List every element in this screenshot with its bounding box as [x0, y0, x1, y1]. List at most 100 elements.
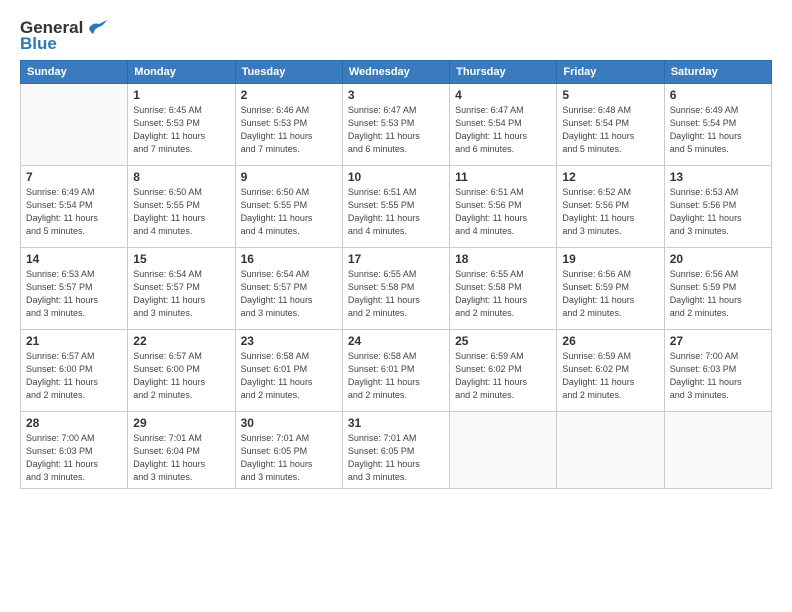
calendar-day-cell: 14 Sunrise: 6:53 AM Sunset: 5:57 PM Dayli… [21, 248, 128, 330]
calendar-day-cell: 10 Sunrise: 6:51 AM Sunset: 5:55 PM Dayli… [342, 166, 449, 248]
day-number: 16 [241, 252, 337, 266]
day-info: Sunrise: 6:52 AM Sunset: 5:56 PM Dayligh… [562, 186, 658, 238]
calendar-day-cell: 21Sunrise: 6:57 AM Sunset: 6:00 PM Dayli… [21, 330, 128, 412]
day-number: 28 [26, 416, 122, 430]
day-number: 22 [133, 334, 229, 348]
calendar-day-cell: 1Sunrise: 6:45 AM Sunset: 5:53 PM Daylig… [128, 84, 235, 166]
day-info: Sunrise: 6:55 AM Sunset: 5:58 PM Dayligh… [455, 268, 551, 320]
day-number: 5 [562, 88, 658, 102]
day-number: 12 [562, 170, 658, 184]
day-number: 11 [455, 170, 551, 184]
calendar-day-cell: 3 Sunrise: 6:47 AM Sunset: 5:53 PM Daylig… [342, 84, 449, 166]
day-number: 6 [670, 88, 766, 102]
day-number: 1 [133, 88, 229, 102]
day-info: Sunrise: 6:59 AM Sunset: 6:02 PM Dayligh… [562, 350, 658, 402]
day-number: 13 [670, 170, 766, 184]
calendar-day-cell: 20 Sunrise: 6:56 AM Sunset: 5:59 PM Dayli… [664, 248, 771, 330]
day-info: Sunrise: 6:57 AM Sunset: 6:00 PM Dayligh… [26, 350, 122, 402]
day-info: Sunrise: 7:00 AM Sunset: 6:03 PM Dayligh… [670, 350, 766, 402]
day-info: Sunrise: 6:47 AM Sunset: 5:54 PM Dayligh… [455, 104, 551, 156]
calendar-day-cell: 11 Sunrise: 6:51 AM Sunset: 5:56 PM Dayli… [450, 166, 557, 248]
day-number: 4 [455, 88, 551, 102]
day-info: Sunrise: 6:51 AM Sunset: 5:55 PM Dayligh… [348, 186, 444, 238]
day-info: Sunrise: 6:58 AM Sunset: 6:01 PM Dayligh… [241, 350, 337, 402]
day-number: 25 [455, 334, 551, 348]
day-number: 20 [670, 252, 766, 266]
calendar-day-cell: 19 Sunrise: 6:56 AM Sunset: 5:59 PM Dayli… [557, 248, 664, 330]
day-info: Sunrise: 6:59 AM Sunset: 6:02 PM Dayligh… [455, 350, 551, 402]
weekday-header-cell: Saturday [664, 61, 771, 84]
day-info: Sunrise: 6:50 AM Sunset: 5:55 PM Dayligh… [133, 186, 229, 238]
calendar-day-cell: 4 Sunrise: 6:47 AM Sunset: 5:54 PM Daylig… [450, 84, 557, 166]
calendar-day-cell: 28 Sunrise: 7:00 AM Sunset: 6:03 PM Dayli… [21, 412, 128, 489]
day-number: 9 [241, 170, 337, 184]
calendar-week-row: 1Sunrise: 6:45 AM Sunset: 5:53 PM Daylig… [21, 84, 772, 166]
calendar-day-cell: 6 Sunrise: 6:49 AM Sunset: 5:54 PM Daylig… [664, 84, 771, 166]
calendar-day-cell: 7 Sunrise: 6:49 AM Sunset: 5:54 PM Daylig… [21, 166, 128, 248]
day-info: Sunrise: 6:56 AM Sunset: 5:59 PM Dayligh… [670, 268, 766, 320]
day-info: Sunrise: 6:56 AM Sunset: 5:59 PM Dayligh… [562, 268, 658, 320]
day-number: 15 [133, 252, 229, 266]
day-info: Sunrise: 6:50 AM Sunset: 5:55 PM Dayligh… [241, 186, 337, 238]
day-number: 3 [348, 88, 444, 102]
day-info: Sunrise: 6:47 AM Sunset: 5:53 PM Dayligh… [348, 104, 444, 156]
day-info: Sunrise: 6:51 AM Sunset: 5:56 PM Dayligh… [455, 186, 551, 238]
calendar-day-cell: 2 Sunrise: 6:46 AM Sunset: 5:53 PM Daylig… [235, 84, 342, 166]
calendar-day-cell: 15Sunrise: 6:54 AM Sunset: 5:57 PM Dayli… [128, 248, 235, 330]
day-number: 24 [348, 334, 444, 348]
calendar-day-cell: 22 Sunrise: 6:57 AM Sunset: 6:00 PM Dayli… [128, 330, 235, 412]
calendar-day-cell: 29Sunrise: 7:01 AM Sunset: 6:04 PM Dayli… [128, 412, 235, 489]
day-info: Sunrise: 6:57 AM Sunset: 6:00 PM Dayligh… [133, 350, 229, 402]
day-number: 2 [241, 88, 337, 102]
day-info: Sunrise: 6:49 AM Sunset: 5:54 PM Dayligh… [670, 104, 766, 156]
day-info: Sunrise: 6:53 AM Sunset: 5:57 PM Dayligh… [26, 268, 122, 320]
day-number: 14 [26, 252, 122, 266]
calendar-day-cell: 16 Sunrise: 6:54 AM Sunset: 5:57 PM Dayli… [235, 248, 342, 330]
logo: General Blue [20, 18, 107, 54]
day-number: 23 [241, 334, 337, 348]
day-number: 31 [348, 416, 444, 430]
calendar-day-cell: 31 Sunrise: 7:01 AM Sunset: 6:05 PM Dayli… [342, 412, 449, 489]
calendar-week-row: 14 Sunrise: 6:53 AM Sunset: 5:57 PM Dayli… [21, 248, 772, 330]
page-header: General Blue [20, 18, 772, 54]
calendar-day-cell: 18 Sunrise: 6:55 AM Sunset: 5:58 PM Dayli… [450, 248, 557, 330]
day-info: Sunrise: 6:48 AM Sunset: 5:54 PM Dayligh… [562, 104, 658, 156]
logo-blue: Blue [20, 34, 57, 54]
weekday-header-cell: Tuesday [235, 61, 342, 84]
day-number: 27 [670, 334, 766, 348]
day-number: 30 [241, 416, 337, 430]
weekday-header-cell: Sunday [21, 61, 128, 84]
calendar-day-cell: 13 Sunrise: 6:53 AM Sunset: 5:56 PM Dayli… [664, 166, 771, 248]
weekday-header-row: SundayMondayTuesdayWednesdayThursdayFrid… [21, 61, 772, 84]
calendar-table: SundayMondayTuesdayWednesdayThursdayFrid… [20, 60, 772, 489]
calendar-day-cell: 17Sunrise: 6:55 AM Sunset: 5:58 PM Dayli… [342, 248, 449, 330]
day-number: 10 [348, 170, 444, 184]
calendar-day-cell: 23 Sunrise: 6:58 AM Sunset: 6:01 PM Dayli… [235, 330, 342, 412]
day-number: 18 [455, 252, 551, 266]
calendar-day-cell: 12 Sunrise: 6:52 AM Sunset: 5:56 PM Dayli… [557, 166, 664, 248]
day-info: Sunrise: 6:49 AM Sunset: 5:54 PM Dayligh… [26, 186, 122, 238]
weekday-header-cell: Wednesday [342, 61, 449, 84]
weekday-header-cell: Monday [128, 61, 235, 84]
day-info: Sunrise: 7:00 AM Sunset: 6:03 PM Dayligh… [26, 432, 122, 484]
day-info: Sunrise: 7:01 AM Sunset: 6:05 PM Dayligh… [241, 432, 337, 484]
day-number: 17 [348, 252, 444, 266]
calendar-week-row: 21Sunrise: 6:57 AM Sunset: 6:00 PM Dayli… [21, 330, 772, 412]
day-info: Sunrise: 7:01 AM Sunset: 6:04 PM Dayligh… [133, 432, 229, 484]
calendar-day-cell: 26 Sunrise: 6:59 AM Sunset: 6:02 PM Dayli… [557, 330, 664, 412]
day-info: Sunrise: 6:54 AM Sunset: 5:57 PM Dayligh… [241, 268, 337, 320]
day-number: 19 [562, 252, 658, 266]
day-info: Sunrise: 7:01 AM Sunset: 6:05 PM Dayligh… [348, 432, 444, 484]
calendar-day-cell [21, 84, 128, 166]
day-info: Sunrise: 6:58 AM Sunset: 6:01 PM Dayligh… [348, 350, 444, 402]
day-info: Sunrise: 6:46 AM Sunset: 5:53 PM Dayligh… [241, 104, 337, 156]
calendar-day-cell: 5 Sunrise: 6:48 AM Sunset: 5:54 PM Daylig… [557, 84, 664, 166]
calendar-day-cell: 27 Sunrise: 7:00 AM Sunset: 6:03 PM Dayli… [664, 330, 771, 412]
day-info: Sunrise: 6:53 AM Sunset: 5:56 PM Dayligh… [670, 186, 766, 238]
calendar-week-row: 7 Sunrise: 6:49 AM Sunset: 5:54 PM Daylig… [21, 166, 772, 248]
day-number: 7 [26, 170, 122, 184]
calendar-day-cell [557, 412, 664, 489]
calendar-day-cell: 8Sunrise: 6:50 AM Sunset: 5:55 PM Daylig… [128, 166, 235, 248]
day-number: 26 [562, 334, 658, 348]
calendar-day-cell: 25 Sunrise: 6:59 AM Sunset: 6:02 PM Dayli… [450, 330, 557, 412]
